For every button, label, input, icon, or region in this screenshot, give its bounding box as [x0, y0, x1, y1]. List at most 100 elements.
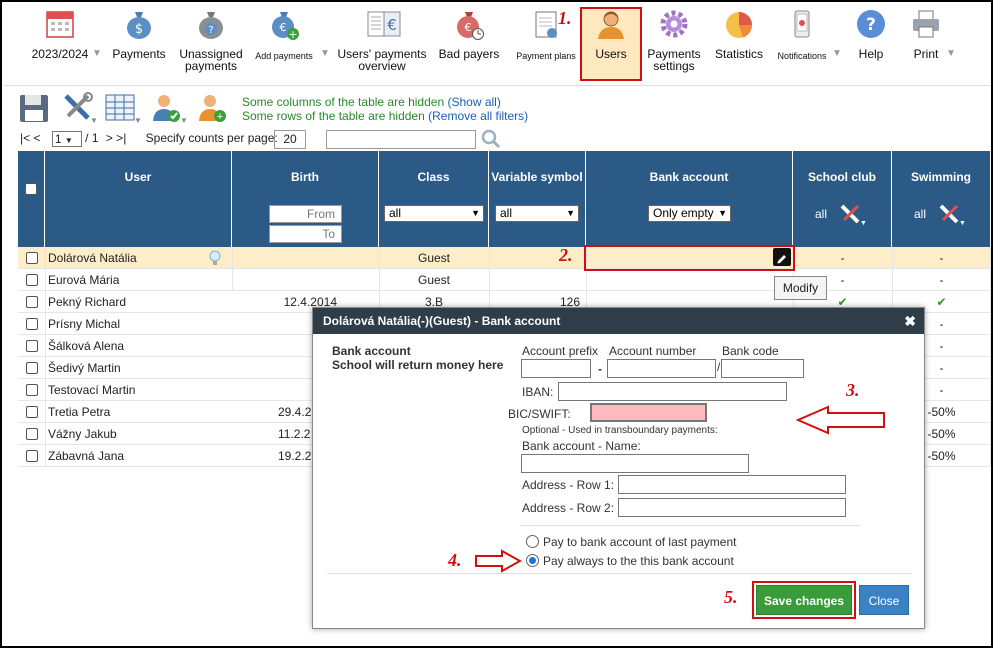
- select-all-checkbox[interactable]: [25, 183, 37, 195]
- chevron-down-icon[interactable]: ▼: [946, 48, 956, 59]
- counts-per-page-input[interactable]: 20: [274, 130, 306, 149]
- chevron-down-icon[interactable]: ▼: [92, 48, 102, 59]
- toolbar-school-year[interactable]: 2023/2024: [26, 8, 94, 60]
- pie-chart-icon: [723, 8, 755, 40]
- close-button[interactable]: Close: [859, 585, 909, 615]
- column-header-birth[interactable]: Birth From To: [232, 151, 379, 247]
- chevron-down-icon: ▼: [566, 208, 575, 218]
- cell-user[interactable]: Šálková Alena: [48, 335, 124, 357]
- toolbar-label: Payments: [112, 47, 166, 61]
- toolbar-payments[interactable]: $ Payments: [108, 8, 170, 60]
- iban-input[interactable]: [558, 382, 787, 401]
- search-input[interactable]: [326, 130, 476, 149]
- toolbar-notifications[interactable]: Notifications: [772, 8, 832, 62]
- columns-icon[interactable]: ▼: [104, 92, 142, 127]
- account-name-input[interactable]: [521, 454, 749, 473]
- row-checkbox[interactable]: [26, 406, 38, 418]
- cell-user[interactable]: Prísny Michal: [48, 313, 120, 335]
- bank-account-cell-highlight[interactable]: [584, 245, 795, 271]
- toolbar-users[interactable]: Users: [582, 8, 640, 60]
- row-checkbox[interactable]: [26, 428, 38, 440]
- column-header-user[interactable]: User: [45, 151, 232, 247]
- tools-icon[interactable]: ▼: [60, 92, 98, 127]
- section-title: Bank account: [332, 344, 411, 358]
- tools-icon[interactable]: ▼: [938, 203, 966, 228]
- row-checkbox[interactable]: [26, 318, 38, 330]
- user-check-icon[interactable]: ▼: [150, 92, 188, 127]
- row-checkbox[interactable]: [26, 450, 38, 462]
- bank-account-dialog: Dolárová Natália(-)(Guest) - Bank accoun…: [312, 307, 925, 629]
- table-row[interactable]: Dolárová Natália Guest - -: [18, 247, 991, 269]
- address-row2-input[interactable]: [618, 498, 846, 517]
- toolbar-help[interactable]: ? Help: [850, 8, 892, 60]
- table-row[interactable]: Eurová Mária Guest - -: [18, 269, 991, 291]
- save-changes-button[interactable]: Save changes: [756, 585, 852, 615]
- chevron-down-icon[interactable]: ▼: [320, 48, 330, 59]
- show-all-link[interactable]: (Show all): [447, 95, 500, 109]
- birth-from-input[interactable]: From: [269, 205, 342, 223]
- toolbar-unassigned-payments[interactable]: ? Unassigned payments: [174, 8, 248, 72]
- column-header-swimming[interactable]: Swimming all ▼: [892, 151, 991, 247]
- toolbar-label: 2023/2024: [31, 47, 89, 61]
- cell-user[interactable]: Vážny Jakub: [48, 423, 117, 445]
- search-icon[interactable]: [481, 129, 501, 152]
- radio-always-this-account-label: Pay always to the this bank account: [543, 554, 734, 568]
- cell-user[interactable]: Tretia Petra: [48, 401, 110, 423]
- toolbar-payments-settings[interactable]: Payments settings: [642, 8, 706, 72]
- save-disk-icon[interactable]: [18, 92, 50, 127]
- divider: [379, 247, 380, 313]
- row-checkbox[interactable]: [26, 362, 38, 374]
- close-icon[interactable]: ✖: [904, 308, 916, 334]
- pager-first-prev[interactable]: |< <: [20, 131, 40, 145]
- divider: [327, 573, 912, 574]
- cell-user[interactable]: Dolárová Natália: [48, 247, 137, 269]
- row-checkbox[interactable]: [26, 384, 38, 396]
- radio-always-this-account[interactable]: [526, 554, 539, 567]
- tools-icon[interactable]: ▼: [839, 203, 867, 228]
- row-checkbox[interactable]: [26, 340, 38, 352]
- bank-code-input[interactable]: [721, 359, 804, 378]
- svg-text:▼: ▼: [90, 116, 96, 124]
- section-subtitle: School will return money here: [332, 358, 504, 372]
- toolbar-users-payments-overview[interactable]: € Users' payments overview: [334, 8, 430, 72]
- column-header-class[interactable]: Class all ▼: [379, 151, 489, 247]
- remove-filters-link[interactable]: (Remove all filters): [428, 109, 528, 123]
- toolbar-print[interactable]: Print: [904, 8, 948, 60]
- bic-swift-input[interactable]: [590, 403, 707, 422]
- cell-user[interactable]: Pekný Richard: [48, 291, 126, 313]
- cell-user[interactable]: Testovací Martin: [48, 379, 135, 401]
- address-row1-input[interactable]: [618, 475, 846, 494]
- add-money-icon: € +: [268, 8, 300, 41]
- add-user-icon[interactable]: +: [196, 92, 228, 127]
- row-checkbox[interactable]: [26, 252, 38, 264]
- cell-user[interactable]: Eurová Mária: [48, 269, 119, 291]
- page-select[interactable]: 1 ▼: [51, 131, 82, 147]
- column-header-bank-account[interactable]: Bank account Only empty ▼: [586, 151, 793, 247]
- user-icon: [595, 8, 627, 40]
- toolbar-add-payments[interactable]: € + Add payments: [252, 8, 316, 62]
- class-filter-select[interactable]: all ▼: [384, 205, 484, 222]
- row-checkbox[interactable]: [26, 296, 38, 308]
- pencil-icon[interactable]: [773, 248, 791, 266]
- bank-filter-select[interactable]: Only empty ▼: [648, 205, 731, 222]
- toolbar-statistics[interactable]: Statistics: [708, 8, 770, 60]
- vs-filter-select[interactable]: all ▼: [495, 205, 579, 222]
- row-checkbox[interactable]: [26, 274, 38, 286]
- column-header-variable-symbol[interactable]: Variable symbol all ▼: [489, 151, 586, 247]
- swim-filter-all[interactable]: all: [914, 207, 926, 221]
- birth-to-input[interactable]: To: [269, 225, 342, 243]
- toolbar-bad-payers[interactable]: € Bad payers: [436, 8, 502, 60]
- cell-user[interactable]: Šedivý Martin: [48, 357, 121, 379]
- cell-birth: [232, 247, 379, 269]
- account-number-input[interactable]: [607, 359, 716, 378]
- radio-last-payment[interactable]: [526, 535, 539, 548]
- column-header-school-club[interactable]: School club all ▼: [793, 151, 892, 247]
- account-prefix-input[interactable]: [521, 359, 591, 378]
- pager-next-last[interactable]: > >|: [106, 131, 126, 145]
- club-filter-all[interactable]: all: [815, 207, 827, 221]
- chevron-down-icon[interactable]: ▼: [832, 48, 842, 59]
- cell-user[interactable]: Zábavná Jana: [48, 445, 124, 467]
- annotation-arrow-left-icon: [795, 404, 888, 439]
- divider: [232, 247, 233, 291]
- lightbulb-icon[interactable]: [208, 249, 222, 270]
